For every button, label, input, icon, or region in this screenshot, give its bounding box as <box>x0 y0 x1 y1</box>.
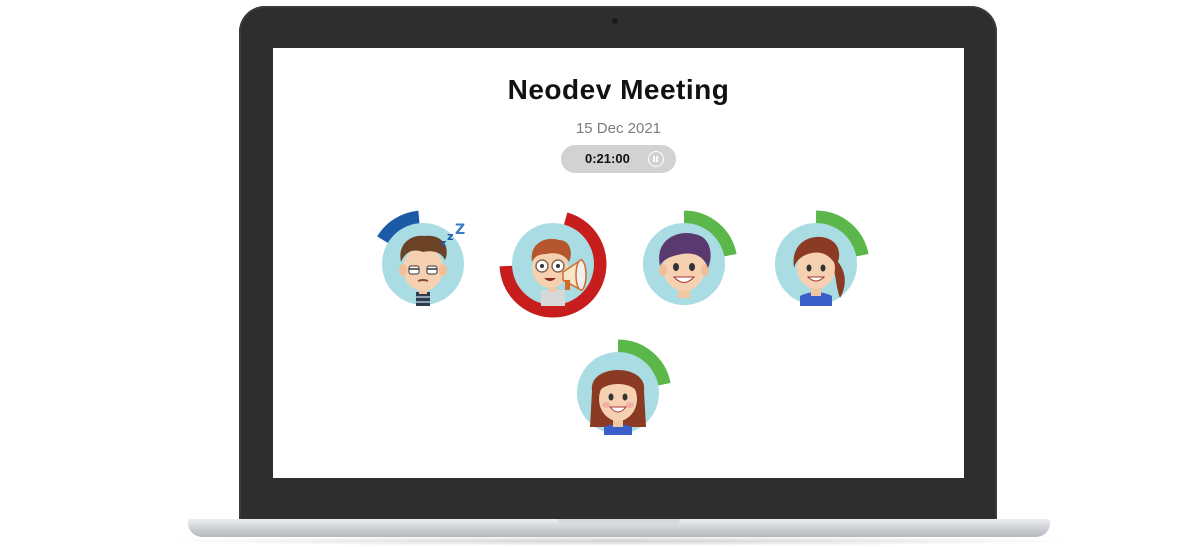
laptop-notch <box>558 519 680 527</box>
meeting-timer: 0:21:00 <box>561 145 676 173</box>
laptop-shadow <box>150 536 1090 546</box>
zzz-icon: z <box>441 239 446 249</box>
timer-value: 0:21:00 <box>585 151 630 166</box>
avatar-long-hair-girl[interactable] <box>568 339 671 443</box>
pause-icon[interactable] <box>648 151 664 167</box>
meeting-title: Neodev Meeting <box>507 74 730 105</box>
avatar-sleepy-guy[interactable]: z z Z <box>373 210 473 314</box>
laptop-lid: Neodev Meeting 15 Dec 2021 0:21:00 z z Z <box>239 6 997 522</box>
laptop-base <box>188 519 1050 537</box>
avatar-ponytail-girl[interactable] <box>766 210 869 314</box>
avatar-dark-hair-boy[interactable] <box>634 210 737 314</box>
meeting-screen: Neodev Meeting 15 Dec 2021 0:21:00 z z Z <box>273 48 964 478</box>
avatar-speaker-guy[interactable] <box>499 212 607 318</box>
svg-text:z: z <box>447 230 453 243</box>
meeting-date: 15 Dec 2021 <box>575 120 662 137</box>
camera-dot <box>612 18 618 24</box>
svg-text:Z: Z <box>455 222 465 238</box>
